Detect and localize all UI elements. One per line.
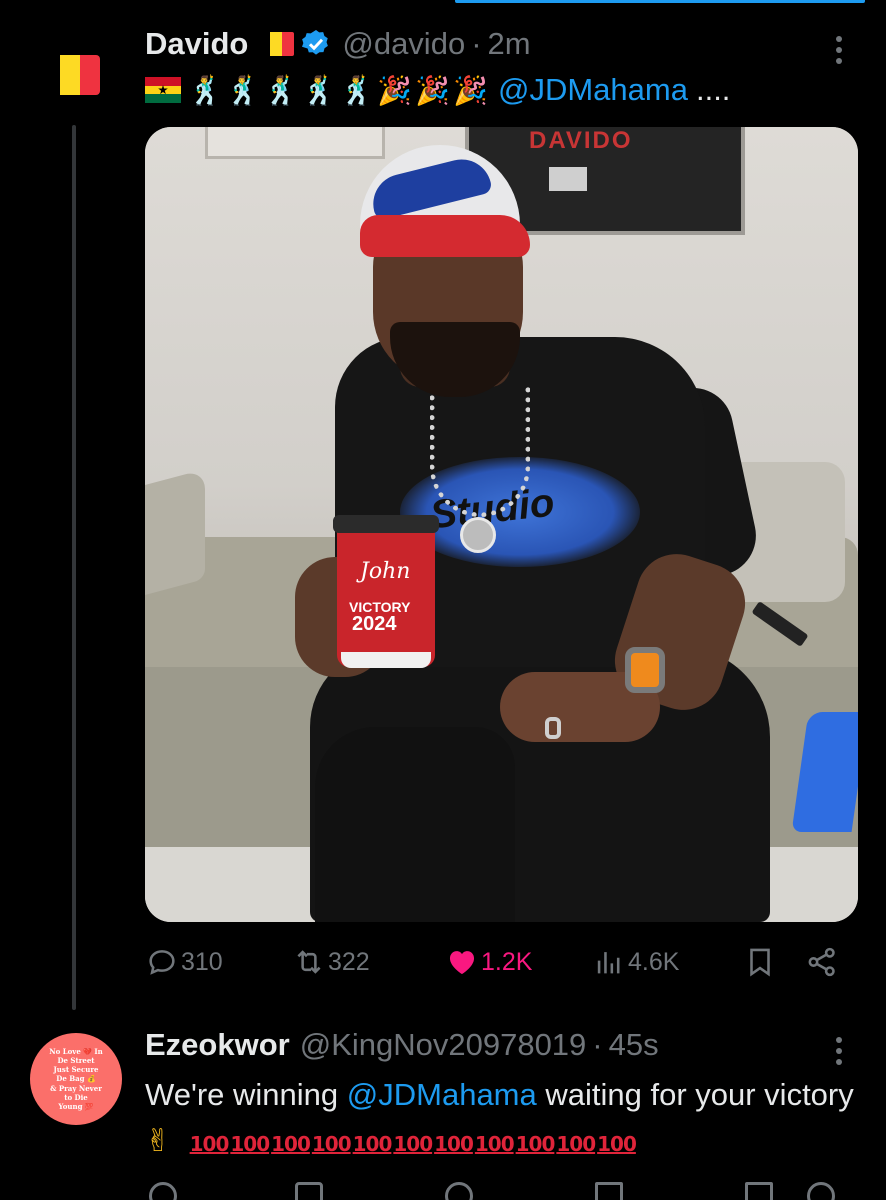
dancer-emoji-icon: 🕺	[225, 73, 261, 107]
tweet-photo[interactable]: DAVIDO Studio John VICTORY 2024	[145, 127, 858, 922]
emoji-sequence: 🕺 🕺 🕺 🕺 🕺 🎉 🎉 🎉	[145, 74, 488, 107]
thread-connector-line	[72, 125, 76, 1010]
share-button[interactable]	[805, 945, 841, 979]
bookmark-button[interactable]	[743, 945, 779, 979]
reply-action-bar-partial	[145, 1182, 845, 1200]
author-name[interactable]: Davido	[145, 26, 248, 62]
verified-badge-icon	[302, 30, 329, 55]
tweet-timestamp[interactable]: 2m	[488, 26, 531, 62]
reply-more-options-icon[interactable]	[835, 1037, 843, 1065]
dancer-emoji-icon: 🕺	[188, 73, 223, 107]
coffee-cup	[337, 519, 435, 667]
reply-author-name[interactable]: Ezeokwor	[145, 1027, 290, 1063]
hundred-points-emoji-icon: 100	[230, 1132, 270, 1156]
views-bar-chart-icon	[597, 952, 620, 974]
party-popper-emoji-icon: 🎉	[415, 73, 451, 107]
hundred-points-emoji-row: 100 100 100 100 100 100 100 100 100 100 100	[190, 1123, 638, 1158]
views-icon[interactable]	[595, 1182, 623, 1200]
reply-mention-link[interactable]: @JDMahama	[347, 1077, 537, 1112]
reply-header: Ezeokwor @KingNov20978019 · 45s	[145, 1027, 659, 1063]
reply-avatar[interactable]: No Love 💔 In De Street Just Secure De Ba…	[30, 1033, 122, 1125]
cup-text-john: John	[360, 559, 411, 584]
reply-count: 310	[181, 947, 223, 976]
repost-icon[interactable]	[295, 1182, 323, 1200]
share-icon	[808, 947, 835, 977]
separator-dot: ·	[471, 26, 482, 61]
party-popper-emoji-icon: 🎉	[453, 73, 488, 107]
bookmark-icon[interactable]	[745, 1182, 773, 1200]
bookmark-icon	[750, 948, 770, 977]
reply-button[interactable]: 310	[145, 945, 223, 979]
views-count: 4.6K	[628, 947, 680, 976]
person: Studio John VICTORY 2024	[145, 127, 858, 922]
dancer-emoji-icon: 🕺	[301, 73, 337, 107]
reply-text-before: We're winning	[145, 1077, 347, 1112]
repost-count: 322	[328, 947, 370, 976]
hundred-points-emoji-icon: 100	[597, 1132, 637, 1156]
hundred-points-emoji-icon: 100	[311, 1132, 352, 1156]
top-tab-indicator	[455, 0, 865, 3]
hundred-points-emoji-icon: 100	[474, 1132, 515, 1156]
tweet-action-bar: 310 322 1.2K 4.6K	[145, 945, 845, 989]
reply-author-handle[interactable]: @KingNov20978019	[300, 1027, 587, 1063]
reply-avatar-text: No Love 💔 In De Street Just Secure De Ba…	[49, 1047, 103, 1111]
hundred-points-emoji-icon: 100	[352, 1132, 393, 1156]
more-options-icon[interactable]	[835, 36, 843, 64]
hundred-points-emoji-icon: 100	[434, 1132, 474, 1156]
reply-icon	[149, 950, 175, 975]
tweet-header: Davido @davido · 2m	[145, 26, 531, 62]
party-popper-emoji-icon: 🎉	[377, 73, 413, 107]
repost-icon	[297, 950, 321, 974]
hundred-points-emoji-icon: 100	[393, 1132, 433, 1156]
author-handle[interactable]: @davido	[342, 26, 465, 62]
belgium-flag-icon	[258, 32, 295, 56]
tweet-text-suffix: ....	[695, 72, 731, 107]
share-icon[interactable]	[807, 1182, 835, 1200]
cup-text-year: 2024	[352, 613, 397, 635]
wristwatch	[625, 647, 665, 693]
like-count: 1.2K	[481, 947, 533, 976]
dancer-emoji-icon: 🕺	[339, 73, 375, 107]
separator-dot: ·	[592, 1027, 603, 1062]
ghana-flag-icon	[145, 77, 181, 104]
heart-filled-icon	[449, 951, 475, 975]
repost-button[interactable]: 322	[292, 945, 370, 979]
reply-icon[interactable]	[149, 1182, 177, 1200]
reply-timestamp[interactable]: 45s	[609, 1027, 659, 1063]
dancer-emoji-icon: 🕺	[263, 73, 299, 107]
victory-hand-emoji-icon: ✌	[145, 1123, 171, 1159]
mention-link[interactable]: @JDMahama	[498, 72, 688, 108]
avatar[interactable]	[40, 55, 100, 95]
hundred-points-emoji-icon: 100	[271, 1132, 311, 1156]
hundred-points-emoji-icon: 100	[556, 1132, 596, 1156]
reply-text: We're winning @JDMahama waiting for your…	[145, 1072, 865, 1167]
reply-text-after: waiting for your victory	[536, 1077, 854, 1112]
like-icon[interactable]	[445, 1182, 473, 1200]
hundred-points-emoji-icon: 100	[515, 1132, 556, 1156]
tweet-text: 🕺 🕺 🕺 🕺 🕺 🎉 🎉 🎉 @JDMahama ....	[145, 72, 730, 108]
like-button[interactable]: 1.2K	[445, 945, 532, 979]
views-button[interactable]: 4.6K	[592, 945, 679, 979]
hundred-points-emoji-icon: 100	[189, 1132, 230, 1156]
